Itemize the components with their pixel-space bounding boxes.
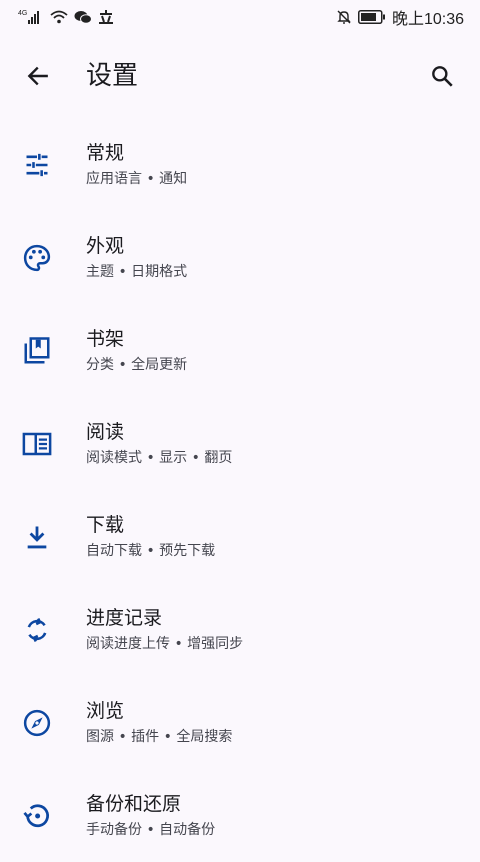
settings-list: 常规 应用语言 • 通知 外观 主题 • 日期格式 书架 分类 • 全局更新 阅… xyxy=(0,118,480,862)
app-bar: 设置 xyxy=(0,40,480,112)
settings-item-label: 备份和还原 xyxy=(86,793,182,815)
search-icon xyxy=(432,66,453,87)
clock: 晚上10:36 xyxy=(391,11,464,28)
tune-icon xyxy=(22,150,52,180)
settings-item-backup[interactable]: 备份和还原 手动备份 • 自动备份 xyxy=(0,769,480,862)
settings-item-subtitle: 分类 • 全局更新 xyxy=(86,357,188,373)
signal-icon: 4G xyxy=(18,9,44,25)
network-type: 4G xyxy=(18,10,27,17)
settings-item-label: 进度记录 xyxy=(86,607,163,629)
settings-item-subtitle: 应用语言 • 通知 xyxy=(86,171,188,187)
settings-item-downloads[interactable]: 下载 自动下载 • 预先下载 xyxy=(0,490,480,583)
settings-item-browse[interactable]: 浏览 图源 • 插件 • 全局搜索 xyxy=(0,676,480,769)
status-right: 晚上10:36 xyxy=(336,5,464,29)
status-bar: 4G 晚上10:36 xyxy=(0,0,480,34)
settings-item-subtitle: 图源 • 插件 • 全局搜索 xyxy=(86,729,233,745)
settings-item-label: 常规 xyxy=(86,142,125,164)
palette-icon xyxy=(22,243,52,273)
chrome-reader-icon xyxy=(22,429,52,459)
settings-item-general[interactable]: 常规 应用语言 • 通知 xyxy=(0,118,480,211)
settings-item-subtitle: 自动下载 • 预先下载 xyxy=(86,543,216,559)
settings-item-subtitle: 阅读模式 • 显示 • 翻页 xyxy=(86,450,233,466)
settings-item-label: 阅读 xyxy=(86,421,125,443)
wechat-icon xyxy=(74,10,92,24)
settings-item-subtitle: 手动备份 • 自动备份 xyxy=(86,822,216,838)
bell-off-icon xyxy=(336,9,352,25)
wifi-icon xyxy=(50,10,68,24)
settings-item-label: 浏览 xyxy=(86,700,125,722)
app-notification-icon xyxy=(98,9,114,25)
settings-item-subtitle: 阅读进度上传 • 增强同步 xyxy=(86,636,244,652)
bookshelf-icon xyxy=(22,336,52,366)
settings-item-subtitle: 主题 • 日期格式 xyxy=(86,264,188,280)
battery-icon xyxy=(357,10,386,24)
settings-item-library[interactable]: 书架 分类 • 全局更新 xyxy=(0,304,480,397)
arrow-back-icon xyxy=(27,66,48,86)
settings-item-reader[interactable]: 阅读 阅读模式 • 显示 • 翻页 xyxy=(0,397,480,490)
back-button[interactable] xyxy=(14,52,62,100)
page-title: 设置 xyxy=(86,61,139,91)
compass-icon xyxy=(22,708,52,738)
download-icon xyxy=(22,522,52,552)
settings-item-appearance[interactable]: 外观 主题 • 日期格式 xyxy=(0,211,480,304)
sync-icon xyxy=(22,615,52,645)
status-left: 4G xyxy=(18,9,114,25)
settings-item-label: 外观 xyxy=(86,235,125,257)
settings-item-label: 书架 xyxy=(86,328,125,350)
settings-item-tracking[interactable]: 进度记录 阅读进度上传 • 增强同步 xyxy=(0,583,480,676)
search-button[interactable] xyxy=(418,52,466,100)
settings-item-label: 下载 xyxy=(86,514,125,536)
restore-icon xyxy=(22,801,52,831)
